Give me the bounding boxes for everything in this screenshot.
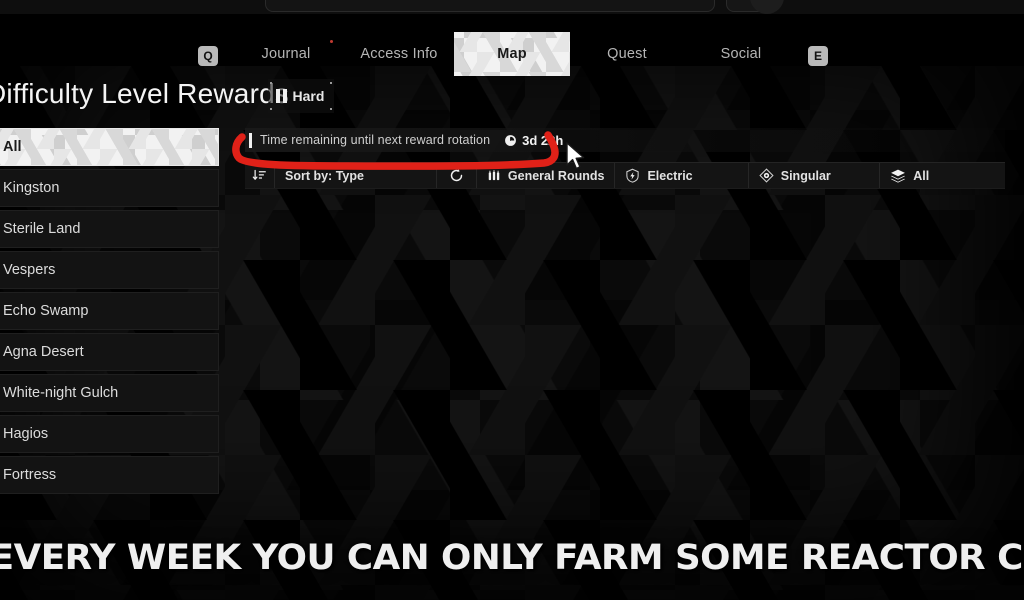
sort-by-label: Sort by: Type bbox=[285, 168, 364, 183]
region-item-label: White-night Gulch bbox=[3, 385, 119, 401]
timer-accent-tick bbox=[249, 132, 252, 148]
badge-corner-dot bbox=[330, 82, 332, 84]
top-navigation-bar: Q Journal Access Info Map Quest Social E bbox=[0, 14, 1024, 76]
region-item-label: Agna Desert bbox=[3, 344, 84, 360]
region-item-kingston[interactable]: Kingston bbox=[0, 169, 219, 207]
element-filter-dropdown[interactable]: Electric bbox=[615, 163, 749, 188]
difficulty-level-bars-icon bbox=[276, 89, 287, 103]
tab-access-info[interactable]: Access Info bbox=[348, 32, 450, 76]
archetype-filter-dropdown[interactable]: Singular bbox=[748, 163, 881, 188]
page-title: Difficulty Level Rewards bbox=[0, 78, 290, 109]
region-item-hagios[interactable]: Hagios bbox=[0, 415, 219, 453]
region-item-label: Vespers bbox=[3, 262, 56, 278]
region-item-echo-swamp[interactable]: Echo Swamp bbox=[0, 292, 219, 330]
rounds-filter-label: General Rounds bbox=[507, 168, 605, 183]
tab-quest-label: Quest bbox=[607, 46, 647, 62]
refresh-icon bbox=[449, 168, 464, 183]
rounds-filter-dropdown[interactable]: General Rounds bbox=[476, 163, 616, 188]
tab-map-label: Map bbox=[497, 46, 527, 62]
sort-direction-button[interactable] bbox=[245, 163, 275, 188]
tab-access-info-label: Access Info bbox=[360, 46, 438, 62]
badge-corner-dot bbox=[270, 108, 272, 110]
region-item-white-night-gulch[interactable]: White-night Gulch bbox=[0, 374, 219, 412]
region-item-all[interactable]: All bbox=[0, 128, 219, 166]
region-item-label: Sterile Land bbox=[3, 221, 81, 237]
tab-social-label: Social bbox=[720, 46, 762, 62]
region-item-fortress[interactable]: Fortress bbox=[0, 456, 219, 494]
region-item-label: All bbox=[3, 139, 22, 155]
game-ui-screenshot: Q Journal Access Info Map Quest Social E… bbox=[0, 0, 1024, 600]
tab-social[interactable]: Social bbox=[700, 32, 782, 76]
timer-value: 3d 22h bbox=[522, 132, 564, 148]
region-item-label: Hagios bbox=[3, 426, 49, 442]
badge-corner-dot bbox=[270, 82, 272, 84]
electric-shield-icon bbox=[625, 168, 640, 183]
region-item-background bbox=[0, 129, 218, 165]
filter-toolbar: Sort by: Type General Rounds Electric Si… bbox=[245, 162, 1005, 189]
region-item-label: Kingston bbox=[3, 180, 60, 196]
key-badge-e[interactable]: E bbox=[808, 46, 828, 66]
region-item-label: Fortress bbox=[3, 467, 57, 483]
archetype-filter-label: Singular bbox=[780, 168, 831, 183]
tab-map[interactable]: Map bbox=[454, 32, 570, 76]
clock-icon bbox=[504, 134, 517, 147]
timer-label: Time remaining until next reward rotatio… bbox=[260, 133, 491, 147]
region-item-sterile-land[interactable]: Sterile Land bbox=[0, 210, 219, 248]
key-badge-q[interactable]: Q bbox=[198, 46, 218, 66]
region-item-vespers[interactable]: Vespers bbox=[0, 251, 219, 289]
all-filter-dropdown[interactable]: All bbox=[880, 163, 1005, 188]
sort-descending-icon bbox=[252, 168, 267, 183]
tab-journal-label: Journal bbox=[261, 46, 311, 62]
difficulty-badge[interactable]: Hard bbox=[268, 79, 334, 113]
singular-diamond-icon bbox=[759, 168, 774, 183]
top-progress-pill bbox=[265, 0, 715, 12]
layers-icon bbox=[890, 168, 906, 184]
sort-by-dropdown[interactable]: Sort by: Type bbox=[275, 163, 438, 188]
video-caption: EVERY WEEK YOU CAN ONLY FARM SOME REACTO… bbox=[0, 538, 1024, 578]
tab-quest[interactable]: Quest bbox=[588, 32, 666, 76]
region-filter-list: All Kingston Sterile Land Vespers Echo S… bbox=[0, 128, 219, 497]
reward-rotation-timer: Time remaining until next reward rotatio… bbox=[245, 128, 1005, 152]
region-item-agna-desert[interactable]: Agna Desert bbox=[0, 333, 219, 371]
all-filter-label: All bbox=[913, 168, 930, 183]
ammo-icon bbox=[487, 169, 501, 183]
badge-corner-dot bbox=[330, 108, 332, 110]
tab-journal[interactable]: Journal bbox=[240, 32, 332, 76]
element-filter-label: Electric bbox=[647, 168, 693, 183]
reset-filters-button[interactable] bbox=[437, 163, 477, 188]
region-item-label: Echo Swamp bbox=[3, 303, 89, 319]
difficulty-label: Hard bbox=[292, 88, 325, 104]
